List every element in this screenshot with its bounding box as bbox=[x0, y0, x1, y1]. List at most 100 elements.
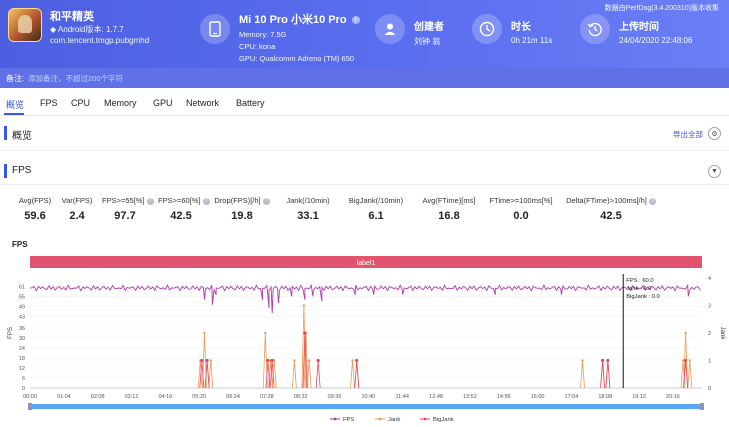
stat-label: Var(FPS) bbox=[61, 196, 93, 205]
stat-label: Avg(FTime)[ms] bbox=[422, 196, 476, 205]
stat-label-text: FPS>=55[%] bbox=[102, 196, 145, 205]
fps-chart-title: FPS bbox=[12, 240, 28, 249]
y2-tick-label: 0 bbox=[708, 386, 711, 392]
device-memory: Memory: 7.5G bbox=[239, 30, 287, 39]
game-package-name: com.tencent.tmgp.pubgmhd bbox=[50, 36, 150, 45]
help-icon[interactable]: ? bbox=[648, 197, 656, 205]
bigjank-point bbox=[316, 358, 320, 363]
y-tick-label: 61 bbox=[19, 284, 25, 290]
tab-fps[interactable]: FPS bbox=[40, 98, 58, 108]
x-tick-label: 18:08 bbox=[598, 394, 612, 400]
data-source-note: 数据由PerfDog(3.4.200310)版本收集 bbox=[604, 5, 719, 12]
x-tick-label: 03:12 bbox=[125, 394, 139, 400]
x-tick-label: 19:12 bbox=[632, 394, 646, 400]
jank-point bbox=[293, 359, 296, 362]
stat-var-fps: Var(FPS) 2.4 bbox=[60, 196, 94, 222]
stat-delta-ftime: Delta(FTime)>100ms[/h]? 42.5 bbox=[564, 196, 658, 222]
remark-input[interactable]: 添加备注，不超过200个字符 bbox=[28, 73, 123, 84]
settings-gear-icon[interactable]: ⚙ bbox=[708, 127, 721, 140]
stat-label: FTime>=100ms[%] bbox=[489, 196, 553, 205]
fps-line bbox=[29, 283, 701, 314]
stat-label: Avg(FPS) bbox=[18, 196, 52, 205]
device-title: Mi 10 Pro 小米10 Pro i bbox=[239, 11, 360, 27]
bigjank-spike bbox=[315, 360, 321, 389]
duration-label: 时长 bbox=[511, 22, 531, 33]
user-icon bbox=[375, 14, 405, 44]
tab-gpu[interactable]: GPU bbox=[153, 98, 173, 108]
bigjank-point bbox=[200, 358, 204, 363]
jank-point bbox=[302, 304, 306, 307]
tab-cpu[interactable]: CPU bbox=[71, 98, 90, 108]
section-divider bbox=[0, 184, 729, 185]
fps-section-header: FPS ▼ bbox=[0, 160, 729, 182]
jank-point bbox=[681, 359, 685, 362]
stat-fps-over-60: FPS>=60[%]? 42.5 bbox=[158, 196, 210, 222]
stat-fps-over-55: FPS>=55[%]? 97.7 bbox=[102, 196, 154, 222]
stat-label: Delta(FTime)>100ms[/h]? bbox=[564, 196, 658, 205]
y2-tick-label: 3 bbox=[708, 304, 711, 310]
scrollbar-handle-right bbox=[700, 403, 704, 410]
y-tick-label: 36 bbox=[19, 326, 25, 332]
bigjank-point bbox=[303, 331, 307, 335]
fps-chart[interactable]: label10612182430364349556101234FPS Jank00… bbox=[0, 250, 729, 427]
tab-memory[interactable]: Memory bbox=[104, 98, 137, 108]
y-tick-label: 6 bbox=[22, 376, 25, 382]
x-tick-label: 10:40 bbox=[361, 394, 375, 400]
game-android-version: ◆ Android版本: 1.7.7 bbox=[50, 25, 124, 34]
device-title-text: Mi 10 Pro 小米10 Pro bbox=[239, 14, 347, 26]
x-tick-label: 16:00 bbox=[531, 394, 545, 400]
x-tick-label: 06:24 bbox=[226, 394, 240, 400]
y2-tick-label: 4 bbox=[708, 276, 711, 282]
bigjank-point bbox=[684, 358, 688, 363]
info-icon[interactable]: i bbox=[351, 16, 360, 25]
time-scrollbar bbox=[30, 404, 702, 409]
jank-point bbox=[307, 359, 311, 362]
bigjank-spike bbox=[605, 360, 611, 389]
tab-network[interactable]: Network bbox=[186, 98, 219, 108]
x-tick-label: 09:36 bbox=[328, 394, 342, 400]
help-icon[interactable]: ? bbox=[202, 197, 210, 205]
x-tick-label: 14:56 bbox=[497, 394, 511, 400]
game-app-icon bbox=[8, 8, 42, 42]
stat-jank: Jank(/10min) 33.1 bbox=[280, 196, 336, 222]
x-tick-label: 13:52 bbox=[463, 394, 477, 400]
jank-spike bbox=[306, 360, 312, 389]
jank-spike bbox=[580, 360, 585, 389]
upload-label: 上传时间 bbox=[619, 22, 659, 33]
stat-bigjank: BigJank(/10min) 6.1 bbox=[344, 196, 408, 222]
stat-drop-fps: Drop(FPS)[/h]? 19.8 bbox=[214, 196, 270, 222]
tab-battery[interactable]: Battery bbox=[236, 98, 265, 108]
jank-point bbox=[203, 331, 206, 335]
overview-section-header: 概览 导出全部 ⚙ bbox=[0, 122, 729, 144]
bigjank-point bbox=[606, 358, 610, 363]
y-tick-label: 24 bbox=[19, 346, 25, 352]
stat-label: FPS>=60[%]? bbox=[158, 196, 210, 205]
label-band-text: label1 bbox=[357, 260, 376, 267]
y-tick-label: 12 bbox=[19, 366, 25, 372]
legend-item-label: Jank bbox=[388, 417, 400, 423]
scrollbar-handle-left bbox=[28, 403, 32, 410]
x-tick-label: 00:00 bbox=[23, 394, 37, 400]
x-tick-label: 20:16 bbox=[666, 394, 680, 400]
tab-overview[interactable]: 概览 bbox=[6, 98, 24, 111]
x-tick-label: 08:32 bbox=[294, 394, 308, 400]
help-icon[interactable]: ? bbox=[262, 197, 270, 205]
jank-point bbox=[209, 359, 213, 362]
stat-label-text: Delta(FTime)>100ms[/h] bbox=[566, 196, 647, 205]
collapse-chevron-down-icon[interactable]: ▼ bbox=[708, 165, 721, 178]
bigjank-point bbox=[266, 358, 270, 363]
legend-item-label: BigJank bbox=[433, 417, 454, 423]
stat-label: FPS>=55[%]? bbox=[102, 196, 154, 205]
bigjank-point bbox=[270, 358, 274, 363]
x-tick-label: 11:44 bbox=[396, 394, 409, 400]
jank-point bbox=[264, 331, 267, 335]
stat-label: Jank(/10min) bbox=[286, 196, 330, 205]
section-divider bbox=[0, 150, 729, 151]
y-tick-label: 43 bbox=[19, 314, 25, 320]
help-icon[interactable]: ? bbox=[146, 197, 154, 205]
y-tick-label: 49 bbox=[19, 304, 25, 310]
x-tick-label: 12:48 bbox=[429, 394, 443, 400]
stat-label-text: FPS>=60[%] bbox=[158, 196, 201, 205]
export-all-link[interactable]: 导出全部 bbox=[673, 129, 703, 140]
bigjank-point bbox=[355, 358, 359, 363]
